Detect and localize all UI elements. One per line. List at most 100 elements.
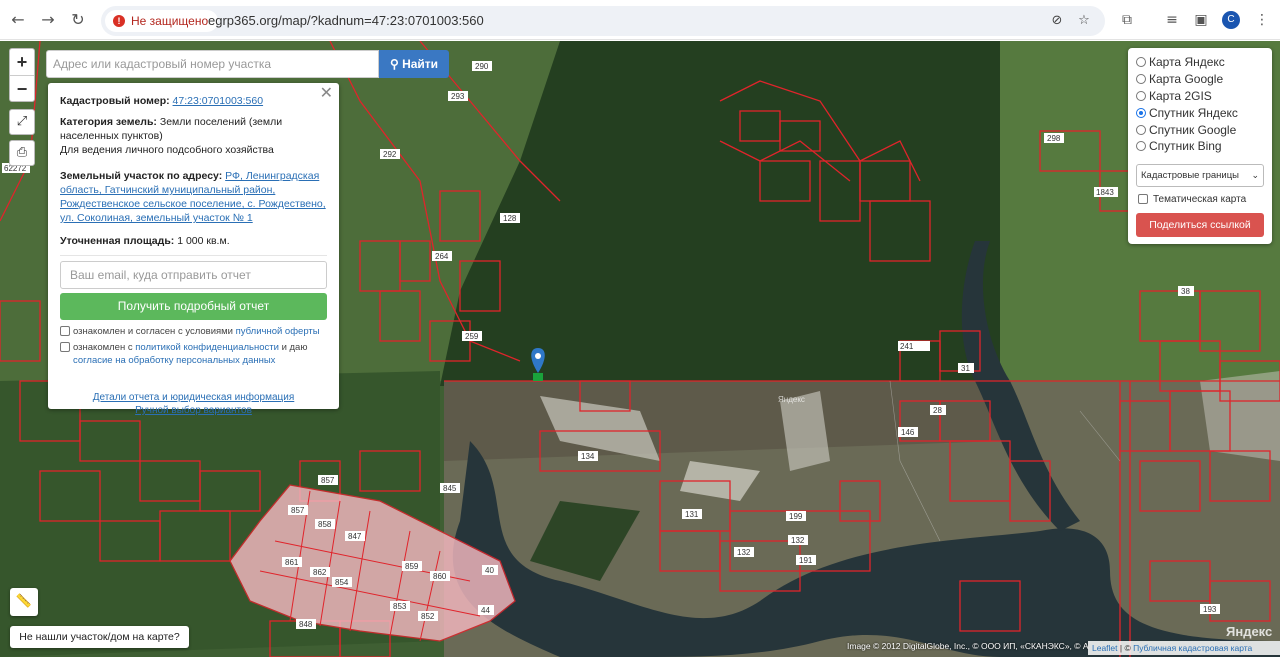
svg-text:854: 854 xyxy=(335,578,349,587)
svg-text:128: 128 xyxy=(503,214,517,223)
category-label: Категория земель: xyxy=(60,116,157,128)
details-link[interactable]: Детали отчета и юридическая информация xyxy=(60,391,327,404)
star-icon[interactable]: ☆ xyxy=(1076,13,1092,29)
extensions-icon[interactable]: ⧉ xyxy=(1117,10,1137,30)
chevron-down-icon: ⌄ xyxy=(1251,169,1259,180)
svg-text:298: 298 xyxy=(1047,134,1061,143)
yandex-watermark-mid: Яндекс xyxy=(778,395,805,404)
privacy-checkbox[interactable] xyxy=(60,342,70,352)
svg-text:1843: 1843 xyxy=(1096,188,1114,197)
not-found-button[interactable]: Не нашли участок/дом на карте? xyxy=(10,626,189,648)
svg-text:853: 853 xyxy=(393,602,407,611)
svg-text:132: 132 xyxy=(737,548,751,557)
privacy-link[interactable]: политикой конфиденциальности xyxy=(135,342,279,353)
eye-off-icon[interactable]: ⊘ xyxy=(1049,13,1065,29)
svg-text:193: 193 xyxy=(1203,605,1217,614)
svg-text:857: 857 xyxy=(291,506,305,515)
radio-button[interactable] xyxy=(1136,90,1146,101)
radio-button[interactable] xyxy=(1136,107,1146,118)
svg-text:290: 290 xyxy=(475,62,489,71)
layer-option[interactable]: Карта 2GIS xyxy=(1136,88,1264,105)
svg-text:146: 146 xyxy=(901,428,915,437)
svg-text:862: 862 xyxy=(313,568,327,577)
layer-option-selected[interactable]: Спутник Яндекс xyxy=(1136,104,1264,121)
security-label: Не защищено xyxy=(131,14,209,28)
reload-icon[interactable]: ↻ xyxy=(66,8,90,32)
offer-consent: ознакомлен и согласен с условиями публич… xyxy=(60,325,327,338)
svg-text:861: 861 xyxy=(285,558,299,567)
manual-select-link[interactable]: Ручной выбор вариантов xyxy=(60,404,327,417)
svg-text:848: 848 xyxy=(299,620,313,629)
pkk-link[interactable]: Публичная кадастровая карта xyxy=(1133,643,1252,653)
svg-text:241: 241 xyxy=(900,342,914,351)
layer-option[interactable]: Карта Яндекс xyxy=(1136,54,1264,71)
svg-text:31: 31 xyxy=(961,364,970,373)
get-report-button[interactable]: Получить подробный отчет xyxy=(60,293,327,320)
search-icon: ⚲ xyxy=(389,57,399,71)
menu-icon[interactable]: ⋮ xyxy=(1252,10,1272,30)
svg-text:191: 191 xyxy=(799,556,813,565)
usage-text: Для ведения личного подсобного хозяйства xyxy=(60,144,274,156)
area-value: 1 000 кв.м. xyxy=(177,235,230,247)
email-field[interactable]: Ваш email, куда отправить отчет xyxy=(60,261,327,289)
warning-icon: ! xyxy=(113,15,125,27)
svg-text:38: 38 xyxy=(1181,287,1190,296)
svg-text:264: 264 xyxy=(435,252,449,261)
overlay-select[interactable]: Кадастровые границы ⌄ xyxy=(1136,163,1264,187)
svg-text:293: 293 xyxy=(451,92,465,101)
area-label: Уточненная площадь: xyxy=(60,235,175,247)
svg-text:28: 28 xyxy=(933,406,942,415)
thematic-toggle[interactable]: Тематическая карта xyxy=(1136,194,1264,205)
svg-text:845: 845 xyxy=(443,484,457,493)
address-bar[interactable]: ! Не защищено egrp365.org/map/?kadnum=47… xyxy=(101,6,1105,36)
ruler-icon[interactable]: 📏 xyxy=(10,588,38,616)
svg-text:857: 857 xyxy=(321,476,335,485)
address-label: Земельный участок по адресу: xyxy=(60,170,223,182)
avatar[interactable]: C xyxy=(1222,11,1240,29)
consent-link[interactable]: согласие на обработку персональных данны… xyxy=(73,355,275,366)
svg-text:860: 860 xyxy=(433,572,447,581)
cadastral-label: Кадастровый номер: xyxy=(60,95,170,107)
browser-toolbar: ← → ↻ ! Не защищено egrp365.org/map/?kad… xyxy=(0,0,1280,40)
svg-text:44: 44 xyxy=(481,606,490,615)
search-input[interactable]: Адрес или кадастровый номер участка xyxy=(46,50,379,78)
svg-text:134: 134 xyxy=(581,452,595,461)
leaflet-link[interactable]: Leaflet xyxy=(1092,643,1118,653)
parcel-info-panel: ✕ Кадастровый номер: 47:23:0701003:560 К… xyxy=(48,83,339,416)
thematic-checkbox[interactable] xyxy=(1138,194,1148,205)
back-icon[interactable]: ← xyxy=(6,8,30,32)
layer-option[interactable]: Карта Google xyxy=(1136,71,1264,88)
print-icon[interactable]: ⎙ xyxy=(9,140,35,166)
zoom-control: + − xyxy=(9,48,35,102)
url-text[interactable]: egrp365.org/map/?kadnum=47:23:0701003:56… xyxy=(208,6,484,36)
zoom-out-button[interactable]: − xyxy=(10,75,34,101)
radio-button[interactable] xyxy=(1136,57,1146,68)
forward-icon[interactable]: → xyxy=(36,8,60,32)
cadastral-link[interactable]: 47:23:0701003:560 xyxy=(173,95,264,107)
layer-option[interactable]: Спутник Bing xyxy=(1136,138,1264,155)
divider xyxy=(60,255,327,256)
svg-text:199: 199 xyxy=(789,512,803,521)
svg-text:847: 847 xyxy=(348,532,362,541)
offer-checkbox[interactable] xyxy=(60,326,70,336)
svg-text:131: 131 xyxy=(685,510,699,519)
radio-button[interactable] xyxy=(1136,141,1146,152)
close-icon[interactable]: ✕ xyxy=(320,85,333,101)
share-button[interactable]: Поделиться ссылкой xyxy=(1136,212,1264,237)
yandex-logo: Яндекс xyxy=(1226,624,1273,639)
search-button[interactable]: ⚲ Найти xyxy=(379,50,449,78)
offer-link[interactable]: публичной оферты xyxy=(236,326,320,337)
layer-option[interactable]: Спутник Google xyxy=(1136,121,1264,138)
reading-list-icon[interactable]: ≡ xyxy=(1162,10,1182,30)
privacy-consent: ознакомлен с политикой конфиденциальност… xyxy=(60,341,327,367)
svg-text:259: 259 xyxy=(465,332,479,341)
security-chip[interactable]: ! Не защищено xyxy=(105,10,219,32)
fullscreen-icon[interactable]: ⤢ xyxy=(9,109,35,135)
zoom-in-button[interactable]: + xyxy=(10,49,34,75)
side-panel-icon[interactable]: ▣ xyxy=(1191,10,1211,30)
imagery-attribution: Image © 2012 DigitalGlobe, Inc., © ООО И… xyxy=(847,641,1089,651)
radio-button[interactable] xyxy=(1136,74,1146,85)
svg-text:859: 859 xyxy=(405,562,419,571)
attribution-bar: Leaflet | © Публичная кадастровая карта xyxy=(1088,641,1280,655)
radio-button[interactable] xyxy=(1136,124,1146,135)
